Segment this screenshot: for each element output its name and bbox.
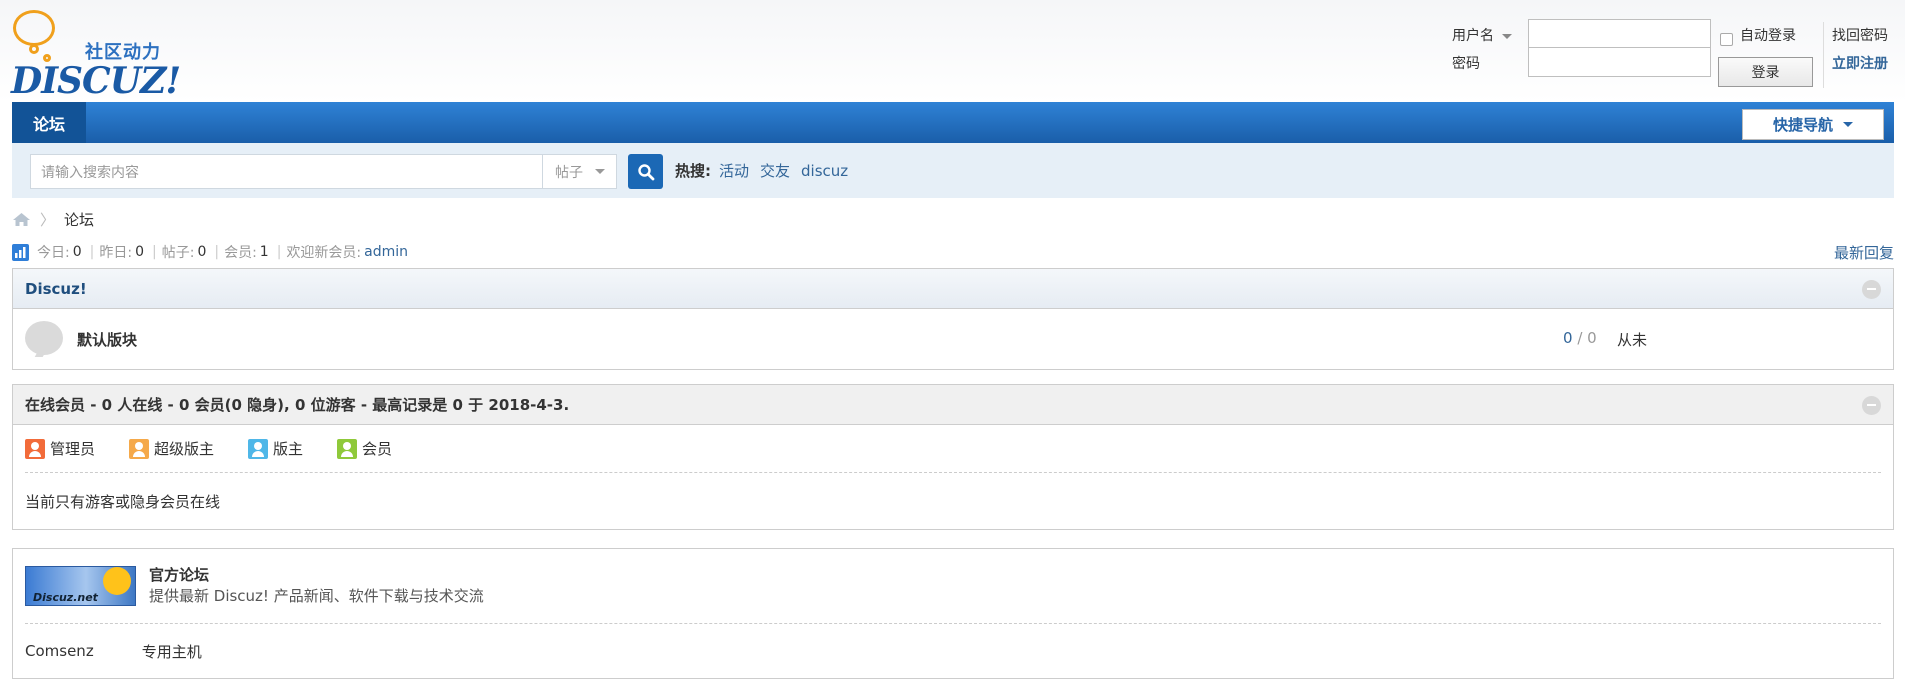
stat-divider: | (152, 244, 157, 260)
stat-today-label: 今日: (37, 245, 70, 261)
chevron-down-icon (1843, 122, 1853, 127)
forum-bubble-icon (25, 321, 63, 355)
legend-label: 管理员 (50, 440, 96, 458)
banner-sun-icon (103, 567, 131, 595)
stat-divider: | (89, 244, 95, 260)
discuz-banner[interactable]: Discuz.net (25, 566, 136, 606)
text-link[interactable]: Comsenz (25, 642, 94, 660)
forum-post-count: 0 (1587, 329, 1597, 347)
online-message: 当前只有游客或隐身会员在线 (25, 492, 221, 511)
home-icon[interactable] (12, 212, 31, 227)
online-members: 在线会员 - 0 人在线 - 0 会员(0 隐身), 0 位游客 - 最高记录是… (12, 384, 1894, 530)
find-password-link[interactable]: 找回密码 (1832, 25, 1888, 45)
forum-counts: 0 / 0 (1563, 329, 1597, 347)
password-input[interactable] (1528, 47, 1711, 77)
divider (1823, 22, 1824, 88)
category-title[interactable]: Discuz! (25, 280, 87, 298)
username-input[interactable] (1528, 19, 1711, 49)
login-button[interactable]: 登录 (1718, 57, 1813, 87)
text-links: Comsenz 专用主机 (13, 624, 1893, 678)
featured-link: Discuz.net 官方论坛 提供最新 Discuz! 产品新闻、软件下载与技… (25, 549, 1881, 624)
forum-category: Discuz! 默认版块 0 / 0 从未 (12, 268, 1894, 370)
forum-thread-count: 0 (1563, 329, 1573, 347)
username-label: 用户名 (1452, 28, 1494, 44)
stat-newest-label: 欢迎新会员: (286, 245, 362, 261)
quick-nav-button[interactable]: 快捷导航 (1742, 109, 1884, 140)
online-title[interactable]: 在线会员 - 0 人在线 - 0 会员(0 隐身), 0 位游客 - 最高记录是… (25, 394, 569, 415)
login-form: 用户名 密码 自动登录 登录 找回密码 立即注册 (1440, 19, 1900, 92)
forum-last-post: 从未 (1617, 331, 1648, 349)
nav-tab-forum[interactable]: 论坛 (12, 102, 86, 143)
stat-members-label: 会员: (224, 245, 257, 261)
forum-row: 默认版块 0 / 0 从未 (13, 309, 1893, 369)
search-type-select[interactable]: 帖子 (542, 154, 617, 189)
hot-search-label: 热搜: (675, 162, 711, 180)
register-link[interactable]: 立即注册 (1832, 53, 1888, 73)
hot-search-link[interactable]: 交友 (760, 160, 790, 181)
category-header: Discuz! (13, 269, 1893, 309)
username-type-select[interactable]: 用户名 (1452, 25, 1512, 45)
member-legend: 管理员 超级版主 版主 会员 (25, 425, 1881, 473)
newest-member-link[interactable]: admin (364, 244, 408, 260)
auto-login-checkbox[interactable] (1720, 33, 1733, 46)
admin-user-icon (25, 438, 45, 459)
search-bar: 请输入搜索内容 帖子 热搜: 活动 交友 discuz (12, 143, 1894, 198)
latest-reply-link[interactable]: 最新回复 (1834, 242, 1894, 263)
legend-moderator: 版主 (248, 438, 303, 459)
hot-search: 热搜: 活动 交友 discuz (675, 143, 859, 198)
logo-bubble-dot (29, 44, 39, 54)
legend-super-moderator: 超级版主 (129, 438, 214, 459)
search-input[interactable]: 请输入搜索内容 (30, 154, 542, 189)
stat-divider: | (214, 244, 220, 260)
chevron-down-icon (595, 169, 605, 174)
legend-label: 会员 (362, 440, 393, 458)
collapse-icon[interactable] (1862, 280, 1881, 299)
breadcrumb-separator: 〉 (40, 210, 56, 229)
text-link[interactable]: 专用主机 (142, 641, 202, 662)
search-button[interactable] (628, 154, 663, 189)
logo-brand: DISCUZ! (11, 60, 181, 102)
member-user-icon (337, 438, 358, 459)
hot-search-link[interactable]: 活动 (719, 160, 749, 181)
featured-link-desc: 提供最新 Discuz! 产品新闻、软件下载与技术交流 (149, 587, 484, 605)
main-nav: 论坛 快捷导航 (12, 102, 1894, 143)
site-logo[interactable]: 社区动力 DISCUZ! (11, 10, 181, 102)
moderator-user-icon (248, 438, 269, 459)
legend-label: 超级版主 (154, 440, 215, 458)
page-header: 社区动力 DISCUZ! 用户名 密码 自动登录 登录 找回密码 立即注册 (0, 0, 1905, 102)
quick-nav-label: 快捷导航 (1772, 116, 1833, 134)
super-moderator-user-icon (129, 438, 150, 459)
forum-count-separator: / (1577, 329, 1583, 347)
stat-divider: | (276, 244, 282, 260)
chevron-down-icon (1502, 33, 1512, 39)
stat-yesterday-value: 0 (135, 244, 144, 260)
friend-links: Discuz.net 官方论坛 提供最新 Discuz! 产品新闻、软件下载与技… (12, 548, 1894, 679)
legend-member: 会员 (337, 438, 392, 459)
banner-text: Discuz.net (33, 591, 98, 604)
search-type-label: 帖子 (555, 164, 583, 181)
stat-posts-value: 0 (197, 244, 207, 260)
breadcrumb: 〉 论坛 (12, 208, 94, 230)
logo-bubble-icon (13, 10, 55, 46)
online-header: 在线会员 - 0 人在线 - 0 会员(0 隐身), 0 位游客 - 最高记录是… (13, 385, 1893, 425)
forum-stats: 今日: 0 | 昨日: 0 | 帖子: 0 | 会员: 1 | 欢迎新会员: admin… (12, 241, 1894, 263)
stat-yesterday-label: 昨日: (99, 245, 133, 261)
breadcrumb-current[interactable]: 论坛 (64, 209, 94, 230)
hot-search-link[interactable]: discuz (801, 162, 848, 180)
stat-today-value: 0 (72, 244, 82, 260)
auto-login-label[interactable]: 自动登录 (1740, 25, 1796, 45)
password-label: 密码 (1452, 56, 1480, 72)
stat-posts-label: 帖子: (161, 245, 195, 261)
legend-label: 版主 (273, 440, 304, 458)
legend-admin: 管理员 (25, 438, 95, 459)
stat-members-value: 1 (259, 244, 269, 260)
search-icon (637, 163, 654, 180)
collapse-icon[interactable] (1862, 396, 1881, 415)
stats-chart-icon (12, 243, 29, 261)
featured-link-name[interactable]: 官方论坛 (149, 564, 209, 585)
search-placeholder: 请输入搜索内容 (41, 164, 139, 181)
forum-name[interactable]: 默认版块 (77, 329, 137, 350)
